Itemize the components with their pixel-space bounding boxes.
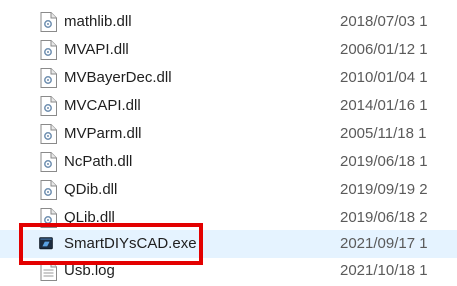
file-date: 2019/06/18 1	[340, 153, 428, 170]
file-list: mathlib.dll 2018/07/03 1 MVAPI.dll 2006/…	[0, 0, 457, 286]
dll-file-icon	[40, 124, 57, 144]
file-name: SmartDIYsCAD.exe	[64, 235, 197, 252]
file-row[interactable]: MVCAPI.dll 2014/01/16 1	[0, 92, 457, 120]
file-date: 2019/09/19 2	[340, 181, 428, 198]
file-row-selected[interactable]: SmartDIYsCAD.exe 2021/09/17 1	[0, 230, 457, 258]
file-row[interactable]: QDib.dll 2019/09/19 2	[0, 176, 457, 204]
dll-file-icon	[40, 180, 57, 200]
file-date: 2005/11/18 1	[340, 125, 427, 142]
file-date: 2021/10/18 1	[340, 262, 428, 279]
file-row[interactable]: MVBayerDec.dll 2010/01/04 1	[0, 64, 457, 92]
dll-file-icon	[40, 96, 57, 116]
file-name: MVAPI.dll	[64, 41, 129, 58]
dll-file-icon	[40, 12, 57, 32]
file-row[interactable]: NcPath.dll 2019/06/18 1	[0, 148, 457, 176]
file-row[interactable]: Usb.log 2021/10/18 1	[0, 257, 457, 285]
file-date: 2018/07/03 1	[340, 13, 428, 30]
file-date: 2010/01/04 1	[340, 69, 428, 86]
dll-file-icon	[40, 40, 57, 60]
file-date: 2019/06/18 2	[340, 209, 428, 226]
file-name: NcPath.dll	[64, 153, 133, 170]
file-row[interactable]: mathlib.dll 2018/07/03 1	[0, 8, 457, 36]
dll-file-icon	[40, 208, 57, 228]
file-name: mathlib.dll	[64, 13, 132, 30]
file-date: 2021/09/17 1	[340, 235, 428, 252]
file-name: MVBayerDec.dll	[64, 69, 172, 86]
file-date: 2014/01/16 1	[340, 97, 428, 114]
exe-app-icon	[39, 237, 53, 250]
file-name: Usb.log	[64, 262, 115, 279]
file-name: QLib.dll	[64, 209, 115, 226]
file-row[interactable]: MVAPI.dll 2006/01/12 1	[0, 36, 457, 64]
file-name: MVCAPI.dll	[64, 97, 141, 114]
dll-file-icon	[40, 152, 57, 172]
file-date: 2006/01/12 1	[340, 41, 428, 58]
file-row[interactable]: QLib.dll 2019/06/18 2	[0, 204, 457, 232]
file-row[interactable]: MVParm.dll 2005/11/18 1	[0, 120, 457, 148]
file-name: QDib.dll	[64, 181, 118, 198]
dll-file-icon	[40, 68, 57, 88]
log-file-icon	[40, 261, 57, 281]
file-name: MVParm.dll	[64, 125, 142, 142]
